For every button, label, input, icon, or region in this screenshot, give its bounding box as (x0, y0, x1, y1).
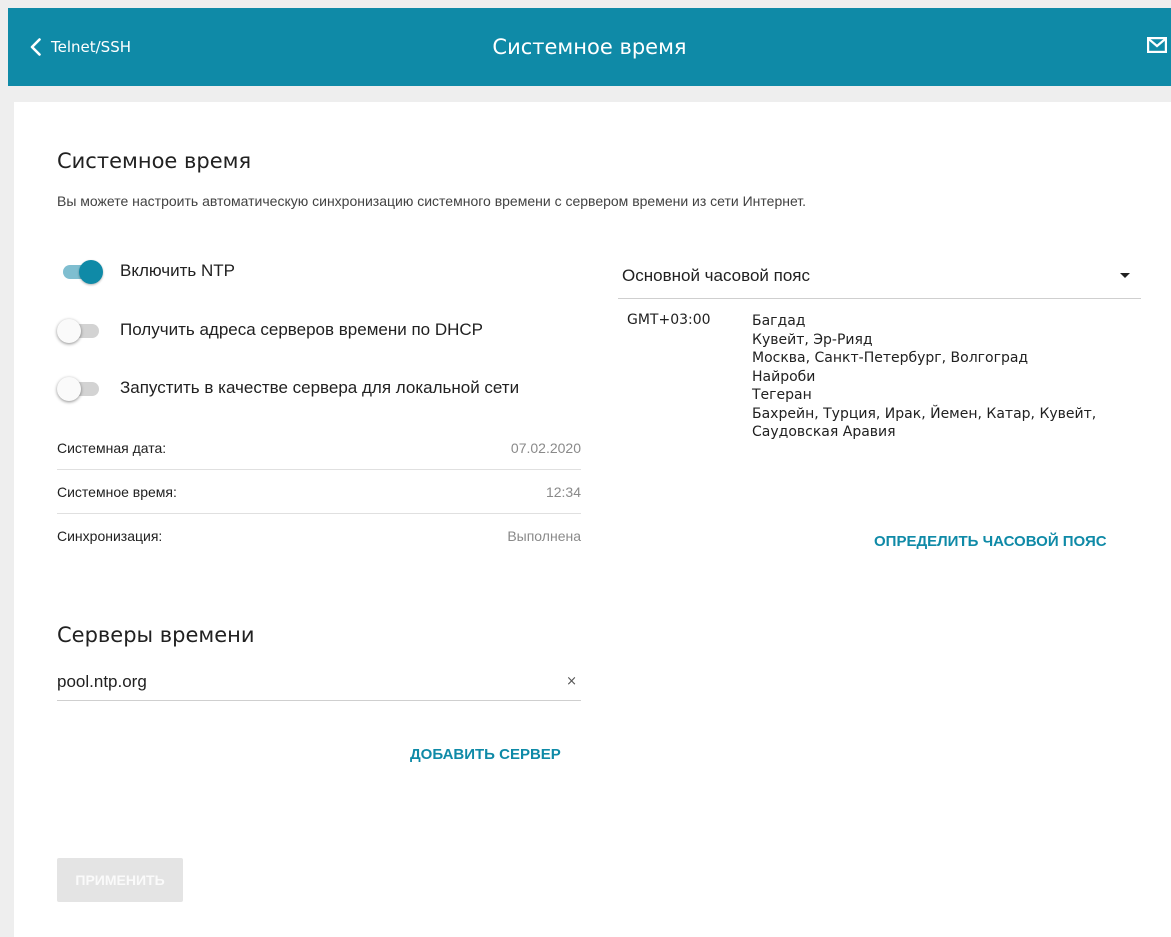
system-date-row: Системная дата: 07.02.2020 (57, 426, 581, 470)
time-servers-title: Серверы времени (57, 623, 255, 647)
timezone-city: Багдад (752, 313, 806, 329)
system-date-value: 07.02.2020 (510, 439, 581, 456)
timezone-city: Бахрейн, Турция, Ирак, Йемен, Катар, Кув… (752, 405, 1097, 441)
section-title: Системное время (57, 149, 252, 173)
timezone-city: Кувейт, Эр-Рияд (752, 331, 873, 348)
sync-status-value: Выполнена (507, 528, 581, 544)
switch[interactable] (57, 316, 101, 344)
ntp-server-value: pool.ntp.org (57, 672, 147, 691)
apply-button[interactable]: ПРИМЕНИТЬ (57, 858, 183, 902)
add-server-button[interactable]: ДОБАВИТЬ СЕРВЕР (410, 746, 561, 763)
local-ntp-server-toggle[interactable]: Запустить в качестве сервера для локальн… (57, 374, 519, 402)
timezone-select[interactable]: Основной часовой пояс (618, 256, 1141, 299)
system-date-label: Системная дата: (57, 439, 167, 456)
toggle-label: Получить адреса серверов времени по DHCP (120, 320, 484, 339)
section-description: Вы можете настроить автоматическую синхр… (57, 193, 807, 209)
toggle-label: Запустить в качестве сервера для локальн… (120, 378, 520, 397)
timezone-city: Найроби (752, 368, 816, 385)
sync-status-label: Синхронизация: (57, 528, 163, 544)
top-bar: Telnet/SSH Системное время (8, 8, 1171, 86)
page-header-title: Системное время (492, 35, 687, 59)
dropdown-arrow-icon (1120, 273, 1130, 278)
system-time-value: 12:34 (545, 483, 581, 500)
system-time-label: Системное время: (57, 483, 177, 500)
detect-timezone-button[interactable]: ОПРЕДЕЛИТЬ ЧАСОВОЙ ПОЯС (874, 533, 1107, 550)
system-time-row: Системное время: 12:34 (57, 470, 581, 514)
timezone-select-value: Основной часовой пояс (622, 266, 810, 285)
switch[interactable] (57, 374, 101, 402)
mail-icon[interactable] (1147, 37, 1167, 57)
timezone-cities: Багдад Кувейт, Эр-Рияд Москва, Санкт-Пет… (752, 312, 1147, 442)
enable-ntp-toggle[interactable]: Включить NTP (57, 257, 235, 285)
clear-icon[interactable]: × (566, 674, 577, 689)
timezone-offset: GMT+03:00 (627, 312, 711, 328)
timezone-city: Москва, Санкт-Петербург, Волгоград (752, 350, 1029, 366)
ntp-server-input[interactable]: pool.ntp.org × (57, 664, 581, 701)
dhcp-ntp-servers-toggle[interactable]: Получить адреса серверов времени по DHCP (57, 316, 483, 344)
sync-status-row: Синхронизация: Выполнена (57, 514, 581, 558)
timezone-city: Тегеран (752, 387, 812, 403)
toggle-label: Включить NTP (120, 261, 235, 280)
switch[interactable] (57, 257, 103, 285)
